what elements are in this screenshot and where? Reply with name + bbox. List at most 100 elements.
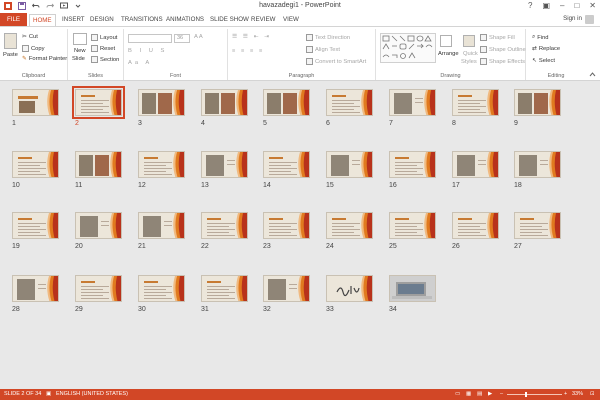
- group-font: 36 A A B I U S Aa A Font: [124, 29, 228, 80]
- slide-thumbnail[interactable]: [201, 275, 248, 302]
- slide-sorter-view-icon[interactable]: ▦: [466, 389, 471, 400]
- slide-thumbnail[interactable]: [514, 151, 561, 178]
- spellcheck-icon[interactable]: ▣: [46, 389, 51, 400]
- maximize-icon[interactable]: □: [574, 1, 579, 10]
- reset-button[interactable]: Reset: [91, 45, 115, 52]
- slide-thumbnail[interactable]: [75, 151, 122, 178]
- tab-slide-show[interactable]: SLIDE SHOW: [210, 14, 249, 26]
- arrange-button[interactable]: Arrange: [438, 51, 459, 57]
- copy-button[interactable]: Copy: [22, 45, 45, 52]
- shape-outline-button[interactable]: Shape Outline: [480, 46, 526, 53]
- cut-button[interactable]: ✂ Cut: [22, 34, 38, 40]
- text-direction-button[interactable]: Text Direction: [306, 34, 350, 41]
- reading-view-icon[interactable]: ▤: [477, 389, 482, 400]
- slide-thumbnail[interactable]: [12, 89, 59, 116]
- shape-effects-button[interactable]: Shape Effects: [480, 58, 525, 65]
- slide-thumbnail[interactable]: [201, 212, 248, 239]
- slide-thumbnail[interactable]: [75, 212, 122, 239]
- slide-thumbnail[interactable]: [12, 151, 59, 178]
- slide-thumbnail[interactable]: [12, 212, 59, 239]
- slide-thumbnail[interactable]: [452, 151, 499, 178]
- font-size-field[interactable]: 36: [174, 34, 190, 43]
- find-button[interactable]: ⌕ Find: [532, 34, 549, 41]
- slide-thumbnail[interactable]: [263, 275, 310, 302]
- zoom-level[interactable]: 33%: [572, 389, 583, 400]
- slide-thumbnail[interactable]: [514, 89, 561, 116]
- slide-thumbnail[interactable]: [138, 151, 185, 178]
- help-icon[interactable]: ?: [528, 1, 532, 10]
- slide-thumbnail[interactable]: [72, 86, 125, 119]
- slide-thumbnail[interactable]: [263, 89, 310, 116]
- paste-icon[interactable]: [4, 33, 17, 49]
- minimize-icon[interactable]: –: [560, 1, 564, 10]
- tab-file[interactable]: FILE: [0, 13, 27, 26]
- slide-thumbnail[interactable]: [326, 275, 373, 302]
- new-slide-button[interactable]: New: [74, 48, 86, 54]
- slide-thumbnail[interactable]: [201, 151, 248, 178]
- slide-thumbnail[interactable]: [12, 275, 59, 302]
- slide-thumbnail[interactable]: [201, 89, 248, 116]
- quick-styles-button[interactable]: Quick: [463, 51, 478, 57]
- tab-insert[interactable]: INSERT: [62, 14, 85, 26]
- align-text-button[interactable]: Align Text: [306, 46, 340, 53]
- slide-thumbnail[interactable]: [263, 151, 310, 178]
- new-slide-dropdown[interactable]: Slide: [72, 56, 85, 62]
- new-slide-icon[interactable]: [73, 33, 87, 45]
- shapes-gallery[interactable]: [380, 33, 436, 63]
- slide-thumbnail[interactable]: [326, 212, 373, 239]
- slide-thumbnail[interactable]: [138, 275, 185, 302]
- tab-animations[interactable]: ANIMATIONS: [166, 14, 204, 26]
- slide-thumbnail[interactable]: [389, 212, 436, 239]
- font-name-field[interactable]: [128, 34, 172, 43]
- slide-thumbnail[interactable]: [138, 89, 185, 116]
- tab-design[interactable]: DESIGN: [90, 14, 114, 26]
- slide-thumbnail[interactable]: [326, 151, 373, 178]
- zoom-slider-thumb[interactable]: [525, 392, 527, 397]
- slide-thumbnail[interactable]: [389, 89, 436, 116]
- tab-review[interactable]: REVIEW: [251, 14, 275, 26]
- language-indicator[interactable]: ENGLISH (UNITED STATES): [56, 389, 128, 400]
- slide-design-decoration: [487, 152, 498, 177]
- tab-view[interactable]: VIEW: [283, 14, 299, 26]
- slide-thumbnail[interactable]: [389, 151, 436, 178]
- slide-design-decoration: [424, 213, 435, 238]
- font-style-buttons[interactable]: B I U S: [128, 48, 167, 54]
- zoom-slider[interactable]: [507, 394, 562, 395]
- font-grow-shrink[interactable]: A A: [194, 34, 203, 40]
- sign-in-link[interactable]: Sign in: [563, 15, 582, 22]
- fit-slide-icon[interactable]: ⊡: [590, 389, 595, 400]
- list-buttons[interactable]: ☰ ☰ ⇤ ⇥: [232, 34, 271, 40]
- slide-thumbnail[interactable]: [389, 275, 436, 302]
- shape-fill-button[interactable]: Shape Fill: [480, 34, 515, 41]
- arrange-icon[interactable]: [440, 35, 452, 47]
- tab-transitions[interactable]: TRANSITIONS: [121, 14, 163, 26]
- zoom-out-icon[interactable]: –: [500, 389, 503, 400]
- replace-button[interactable]: ⇄ Replace: [532, 46, 560, 52]
- account-avatar[interactable]: [585, 15, 594, 24]
- slide-thumbnail[interactable]: [326, 89, 373, 116]
- format-painter-button[interactable]: ✎ Format Painter: [22, 56, 67, 62]
- convert-smartart-button[interactable]: Convert to SmartArt: [306, 58, 366, 65]
- quick-styles-dropdown[interactable]: Styles: [461, 59, 477, 65]
- select-button[interactable]: ↖ Select: [532, 58, 555, 64]
- layout-button[interactable]: Layout: [91, 34, 117, 41]
- slide-thumbnail[interactable]: [138, 212, 185, 239]
- tab-home[interactable]: HOME: [29, 14, 56, 26]
- section-button[interactable]: Section: [91, 56, 119, 63]
- close-icon[interactable]: ✕: [589, 1, 596, 10]
- slide-thumbnail[interactable]: [263, 212, 310, 239]
- zoom-in-icon[interactable]: +: [564, 389, 567, 400]
- slide-thumbnail[interactable]: [452, 89, 499, 116]
- paste-button[interactable]: Paste: [3, 52, 18, 58]
- quick-styles-icon[interactable]: [463, 35, 475, 47]
- font-color-buttons[interactable]: Aa A: [128, 60, 152, 66]
- alignment-buttons[interactable]: ≡ ≡ ≡ ≡: [232, 48, 264, 54]
- smartart-icon: [306, 58, 313, 65]
- normal-view-icon[interactable]: ▭: [455, 389, 460, 400]
- collapse-ribbon-icon[interactable]: [589, 72, 596, 77]
- slide-thumbnail[interactable]: [514, 212, 561, 239]
- ribbon-options-icon[interactable]: ▣: [542, 1, 550, 10]
- slideshow-view-icon[interactable]: ▶: [488, 389, 492, 400]
- slide-thumbnail[interactable]: [75, 275, 122, 302]
- slide-thumbnail[interactable]: [452, 212, 499, 239]
